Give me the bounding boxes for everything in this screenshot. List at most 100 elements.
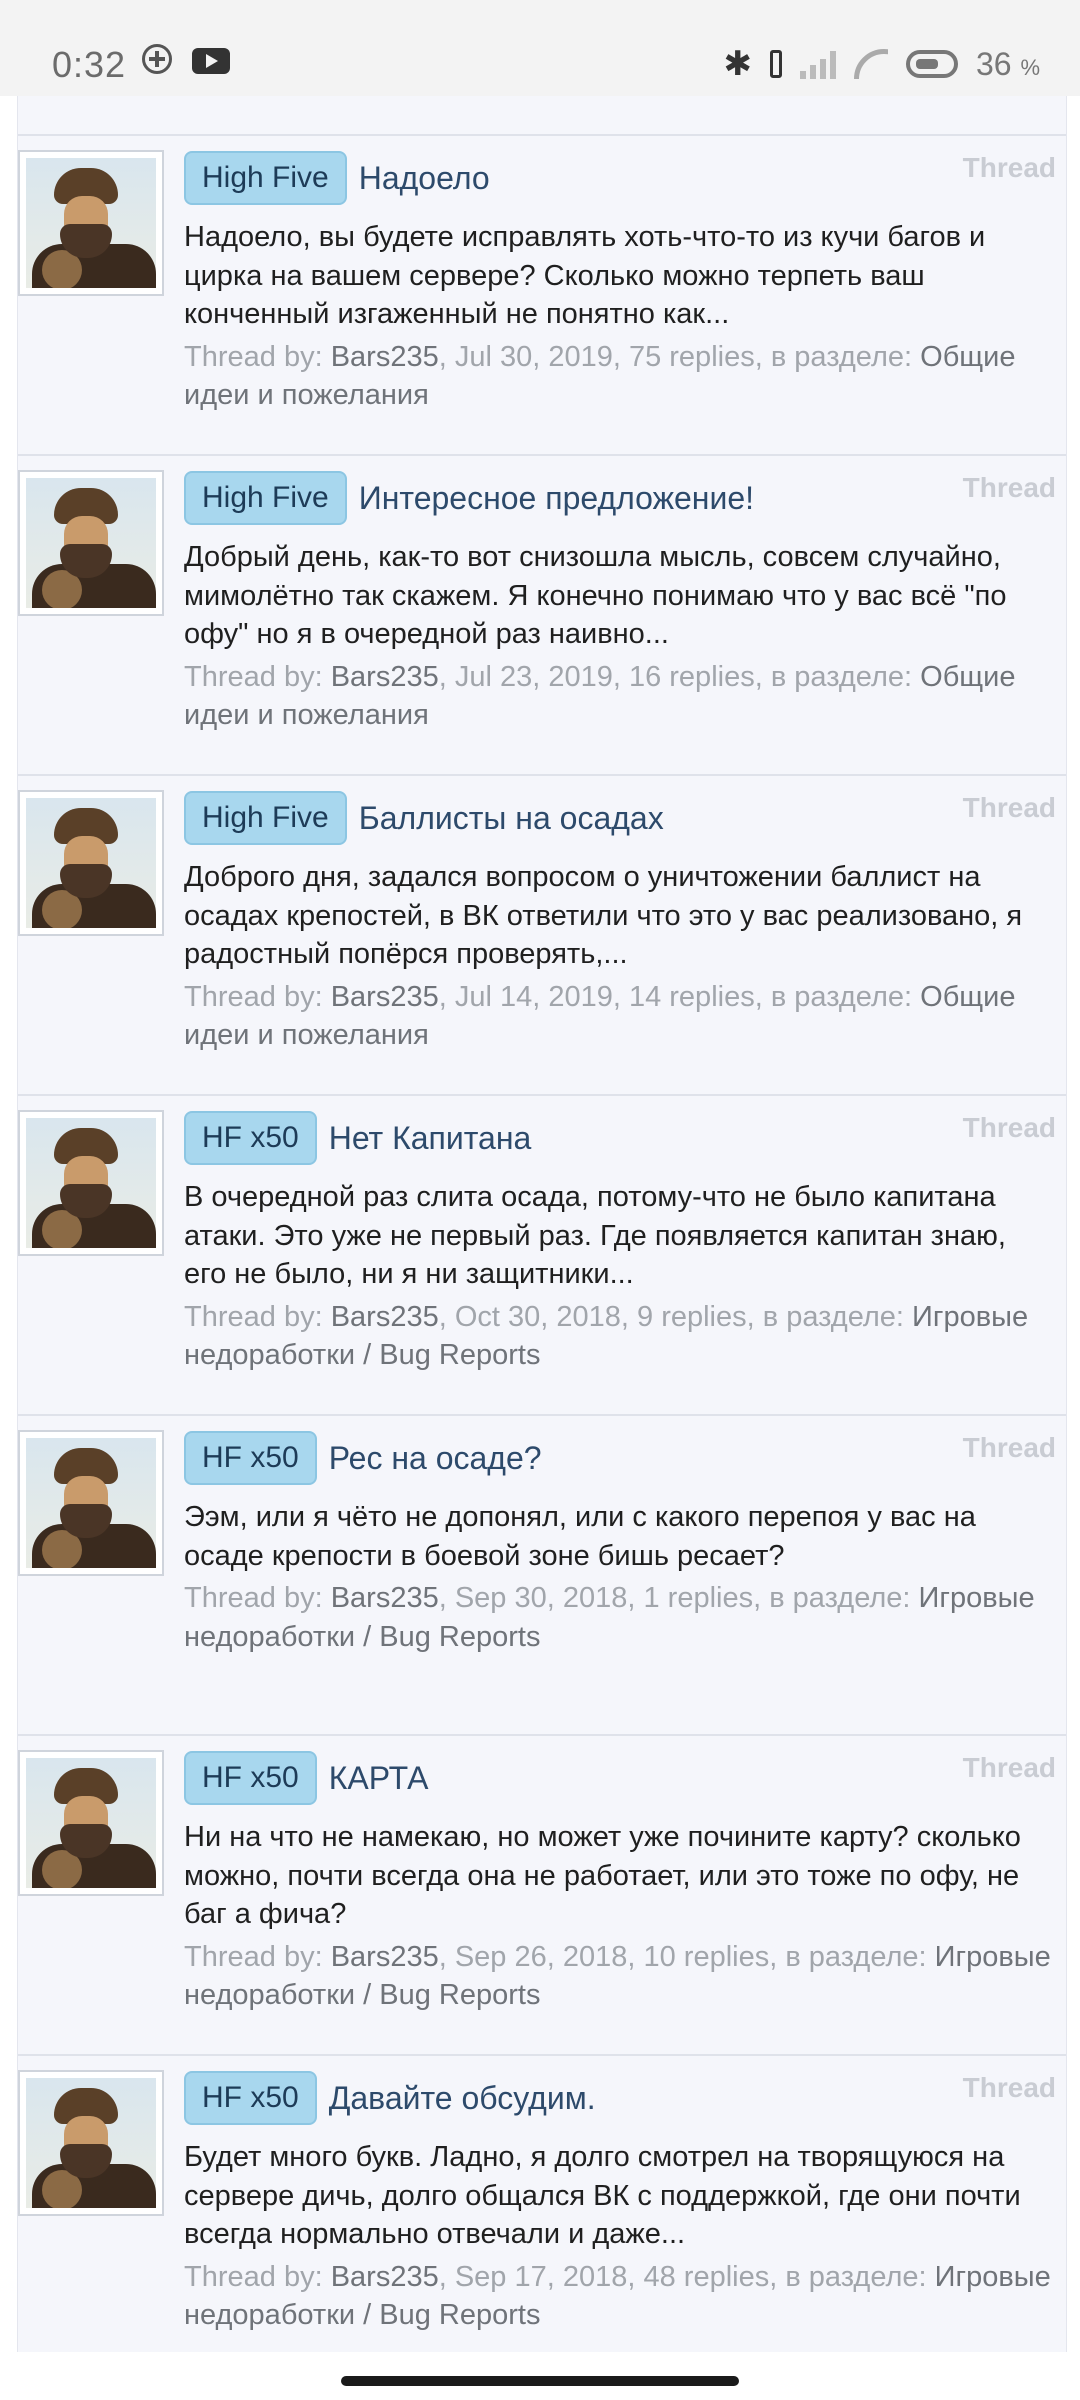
- avatar[interactable]: [18, 1110, 164, 1256]
- content-type-badge: Thread: [962, 1432, 1056, 1463]
- avatar-image: [26, 1758, 156, 1888]
- title-row: High Five Баллисты на осадах: [184, 790, 1056, 846]
- meta-details: , Jul 30, 2019, 75 replies, в разделе:: [438, 340, 913, 373]
- bluetooth-icon: ✱: [723, 45, 752, 83]
- thread-body: HF x50 Нет Капитана В очередной раз слит…: [184, 1110, 1056, 1375]
- list-top-strip: [18, 96, 1066, 136]
- title-row: HF x50 Рес на осаде?: [184, 1430, 1056, 1486]
- add-circle-icon: [142, 44, 172, 74]
- thread-title-link[interactable]: Баллисты на осадах: [359, 800, 664, 837]
- thread-body: HF x50 Рес на осаде? Ээм, или я чёто не …: [184, 1430, 1056, 1656]
- content-type-badge: Thread: [962, 152, 1056, 183]
- thread-prefix[interactable]: High Five: [184, 151, 347, 205]
- thread-body: High Five Интересное предложение! Добрый…: [184, 470, 1056, 735]
- gesture-navbar: [0, 2352, 1080, 2400]
- title-row: HF x50 Давайте обсудим.: [184, 2070, 1056, 2126]
- thread-meta: Thread by: Bars235, Sep 17, 2018, 48 rep…: [184, 2258, 1056, 2335]
- content-type-badge: Thread: [962, 2072, 1056, 2103]
- meta-label: Thread by:: [184, 340, 323, 373]
- thread-prefix[interactable]: High Five: [184, 471, 347, 525]
- thread-title-link[interactable]: Нет Капитана: [329, 1120, 532, 1157]
- avatar[interactable]: [18, 470, 164, 616]
- thread-title-link[interactable]: Интересное предложение!: [359, 480, 754, 517]
- avatar-image: [26, 1438, 156, 1568]
- thread-item[interactable]: HF x50 Нет Капитана В очередной раз слит…: [18, 1096, 1066, 1416]
- vibrate-icon: [769, 50, 782, 78]
- meta-details: , Sep 30, 2018, 1 replies, в разделе:: [438, 1582, 911, 1614]
- thread-prefix[interactable]: HF x50: [184, 1431, 317, 1485]
- thread-body: HF x50 КАРТА Ни на что не намекаю, но мо…: [184, 1750, 1056, 2015]
- thread-prefix[interactable]: HF x50: [184, 2071, 317, 2125]
- meta-label: Thread by:: [184, 660, 323, 693]
- youtube-icon: [192, 48, 230, 74]
- author-link[interactable]: Bars235: [331, 1941, 439, 1973]
- title-row: High Five Надоело: [184, 150, 1056, 206]
- thread-item[interactable]: HF x50 КАРТА Ни на что не намекаю, но мо…: [18, 1736, 1066, 2056]
- thread-item[interactable]: High Five Интересное предложение! Добрый…: [18, 456, 1066, 776]
- avatar-image: [26, 798, 156, 928]
- thread-prefix[interactable]: HF x50: [184, 1751, 317, 1805]
- battery-percent: 36 %: [975, 45, 1040, 82]
- avatar-image: [26, 478, 156, 608]
- thread-snippet: Будет много букв. Ладно, я долго смотрел…: [184, 2141, 1021, 2250]
- avatar[interactable]: [18, 1430, 164, 1576]
- meta-label: Thread by:: [184, 1582, 323, 1614]
- title-row: HF x50 Нет Капитана: [184, 1110, 1056, 1166]
- thread-body: High Five Баллисты на осадах Доброго дня…: [184, 790, 1056, 1055]
- content-type-badge: Thread: [962, 1752, 1056, 1783]
- thread-meta: Thread by: Bars235, Oct 30, 2018, 9 repl…: [184, 1298, 1056, 1375]
- meta-label: Thread by:: [184, 980, 323, 1013]
- thread-snippet: Ни на что не намекаю, но может уже почин…: [184, 1821, 1021, 1930]
- thread-meta: Thread by: Bars235, Jul 23, 2019, 16 rep…: [184, 658, 1056, 735]
- meta-label: Thread by:: [184, 2260, 323, 2293]
- author-link[interactable]: Bars235: [331, 341, 439, 373]
- status-bar: 0:32 ✱ 36 %: [0, 0, 1080, 96]
- meta-details: , Jul 23, 2019, 16 replies, в разделе:: [438, 660, 913, 693]
- content-type-badge: Thread: [962, 1112, 1056, 1143]
- author-link[interactable]: Bars235: [331, 1582, 439, 1614]
- content-type-badge: Thread: [962, 472, 1056, 503]
- thread-body: HF x50 Давайте обсудим. Будет много букв…: [184, 2070, 1056, 2335]
- thread-snippet: Ээм, или я чёто не допонял, или с какого…: [184, 1501, 976, 1572]
- avatar-image: [26, 2078, 156, 2208]
- meta-details: , Sep 26, 2018, 10 replies, в разделе:: [438, 1940, 927, 1973]
- thread-prefix[interactable]: HF x50: [184, 1111, 317, 1165]
- thread-meta: Thread by: Bars235, Jul 30, 2019, 75 rep…: [184, 338, 1056, 415]
- thread-prefix[interactable]: High Five: [184, 791, 347, 845]
- thread-item[interactable]: HF x50 Рес на осаде? Ээм, или я чёто не …: [18, 1416, 1066, 1736]
- thread-title-link[interactable]: Надоело: [359, 160, 490, 197]
- battery-icon: [905, 50, 958, 78]
- thread-snippet: Добрый день, как-то вот снизошла мысль, …: [184, 541, 1007, 650]
- thread-item[interactable]: High Five Надоело Надоело, вы будете исп…: [18, 136, 1066, 456]
- avatar[interactable]: [18, 790, 164, 936]
- author-link[interactable]: Bars235: [331, 1301, 439, 1333]
- meta-details: , Sep 17, 2018, 48 replies, в разделе:: [438, 2260, 927, 2293]
- thread-item[interactable]: HF x50 Давайте обсудим. Будет много букв…: [18, 2056, 1066, 2376]
- thread-snippet: Доброго дня, задался вопросом о уничтоже…: [184, 861, 1023, 970]
- status-time: 0:32: [52, 44, 127, 85]
- title-row: High Five Интересное предложение!: [184, 470, 1056, 526]
- author-link[interactable]: Bars235: [331, 981, 439, 1013]
- meta-label: Thread by:: [184, 1300, 323, 1333]
- avatar[interactable]: [18, 1750, 164, 1896]
- home-indicator[interactable]: [341, 2376, 739, 2386]
- thread-item[interactable]: High Five Баллисты на осадах Доброго дня…: [18, 776, 1066, 1096]
- thread-body: High Five Надоело Надоело, вы будете исп…: [184, 150, 1056, 415]
- meta-details: , Jul 14, 2019, 14 replies, в разделе:: [438, 980, 913, 1013]
- thread-title-link[interactable]: КАРТА: [329, 1760, 429, 1797]
- author-link[interactable]: Bars235: [331, 2261, 439, 2293]
- title-row: HF x50 КАРТА: [184, 1750, 1056, 1806]
- thread-snippet: Надоело, вы будете исправлять хоть-что-т…: [184, 221, 986, 330]
- thread-title-link[interactable]: Рес на осаде?: [329, 1440, 542, 1477]
- status-right: ✱ 36 %: [723, 44, 1040, 84]
- avatar[interactable]: [18, 150, 164, 296]
- wifi-icon: [853, 49, 888, 79]
- content-type-badge: Thread: [962, 792, 1056, 823]
- thread-title-link[interactable]: Давайте обсудим.: [329, 2080, 596, 2117]
- meta-label: Thread by:: [184, 1940, 323, 1973]
- avatar-image: [26, 1118, 156, 1248]
- author-link[interactable]: Bars235: [331, 661, 439, 693]
- signal-icon: [799, 49, 836, 79]
- avatar[interactable]: [18, 2070, 164, 2216]
- thread-list: High Five Надоело Надоело, вы будете исп…: [17, 96, 1067, 2376]
